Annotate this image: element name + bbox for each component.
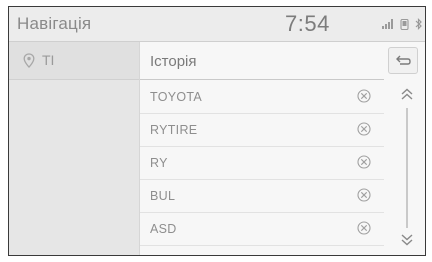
back-button[interactable] xyxy=(388,47,418,74)
display-frame: Навігація 7:54 TI Історія TOYOTA RYTIRE … xyxy=(8,6,426,256)
list-item-label: ASD xyxy=(150,222,177,236)
app-title: Навігація xyxy=(17,14,92,33)
signal-icon xyxy=(382,19,393,29)
bluetooth-icon xyxy=(415,18,422,30)
delete-icon[interactable] xyxy=(357,89,371,103)
page-title: Історія xyxy=(150,53,197,70)
scrollbar[interactable] xyxy=(406,108,408,228)
sidebar: TI xyxy=(9,42,140,255)
chevron-up-icon[interactable] xyxy=(395,87,419,103)
delete-icon[interactable] xyxy=(357,221,371,235)
list-item-label: BUL xyxy=(150,189,176,203)
list-header: Історія xyxy=(140,42,384,80)
chevron-down-icon[interactable] xyxy=(395,231,419,247)
list-item[interactable]: TOYOTA xyxy=(140,81,384,114)
delete-icon[interactable] xyxy=(357,122,371,136)
phone-icon xyxy=(400,18,409,30)
list-item-label: RY xyxy=(150,156,168,170)
list-item-label: TOYOTA xyxy=(150,90,203,104)
sidebar-item-ti[interactable]: TI xyxy=(9,42,139,80)
sidebar-item-label: TI xyxy=(42,52,55,68)
map-pin-icon xyxy=(23,53,35,68)
status-icons xyxy=(382,17,423,31)
history-panel: Історія TOYOTA RYTIRE RY BUL ASD xyxy=(140,42,425,255)
list-item[interactable]: RY xyxy=(140,147,384,180)
list-item[interactable]: RYTIRE xyxy=(140,114,384,147)
delete-icon[interactable] xyxy=(357,188,371,202)
list-item[interactable]: ASD xyxy=(140,213,384,246)
delete-icon[interactable] xyxy=(357,155,371,169)
history-list: TOYOTA RYTIRE RY BUL ASD xyxy=(140,81,384,246)
screen: Навігація 7:54 TI Історія TOYOTA RYTIRE … xyxy=(0,0,432,262)
clock: 7:54 xyxy=(285,11,330,36)
list-item[interactable]: BUL xyxy=(140,180,384,213)
status-bar: Навігація 7:54 xyxy=(9,7,425,42)
back-arrow-icon xyxy=(396,55,411,65)
list-item-label: RYTIRE xyxy=(150,123,198,137)
